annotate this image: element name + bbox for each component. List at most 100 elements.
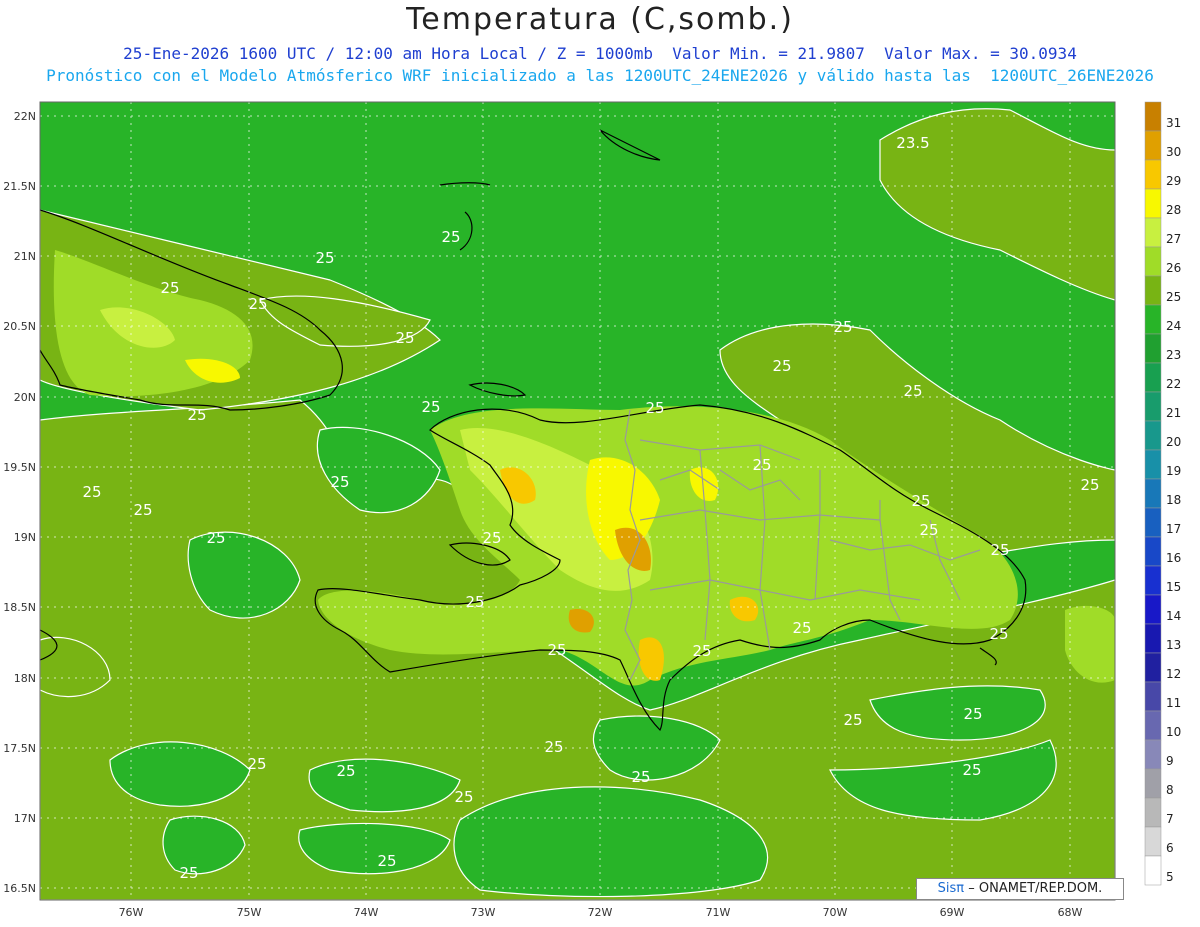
colorbar-swatch <box>1144 449 1162 480</box>
contour-label: 25 <box>990 541 1009 559</box>
contour-label: 25 <box>919 521 938 539</box>
contour-label: 25 <box>903 382 922 400</box>
contour-label: 25 <box>963 705 982 723</box>
lat-label: 19N <box>14 531 36 544</box>
colorbar-swatch <box>1144 304 1162 335</box>
contour-label: 25 <box>133 501 152 519</box>
colorbar-swatch <box>1144 797 1162 828</box>
contour-label: 25 <box>792 619 811 637</box>
colorbar-label: 21 <box>1166 406 1181 420</box>
colorbar-swatch <box>1144 536 1162 567</box>
colorbar-swatch <box>1144 768 1162 799</box>
lat-label: 17N <box>14 812 36 825</box>
credit-text: – ONAMET/REP.DOM. <box>968 881 1103 896</box>
lat-label: 20N <box>14 391 36 404</box>
colorbar-label: 14 <box>1166 609 1181 623</box>
credit-box: Sisπ – ONAMET/REP.DOM. <box>916 878 1124 900</box>
lat-label: 18N <box>14 672 36 685</box>
lat-label: 19.5N <box>3 461 36 474</box>
colorbar-label: 17 <box>1166 522 1181 536</box>
lat-label: 20.5N <box>3 320 36 333</box>
contour-label: 25 <box>843 711 862 729</box>
longitude-axis: 76W 75W 74W 73W 72W 71W 70W 69W 68W <box>119 906 1083 919</box>
colorbar-label: 18 <box>1166 493 1181 507</box>
colorbar-label: 5 <box>1166 870 1174 884</box>
colorbar-label: 22 <box>1166 377 1181 391</box>
colorbar-swatch <box>1144 275 1162 306</box>
contour-label: 25 <box>772 357 791 375</box>
lon-label: 75W <box>237 906 262 919</box>
colorbar: 31 30 29 28 27 26 25 24 23 22 21 20 19 18 17 16 15 14 13 12… <box>1144 101 1181 886</box>
contour-label: 25 <box>911 492 930 510</box>
colorbar-swatch <box>1144 710 1162 741</box>
colorbar-swatch <box>1144 333 1162 364</box>
colorbar-swatch <box>1144 130 1162 161</box>
contour-label: 25 <box>631 768 650 786</box>
colorbar-label: 23 <box>1166 348 1181 362</box>
colorbar-label: 15 <box>1166 580 1181 594</box>
contour-label: 25 <box>962 761 981 779</box>
colorbar-label: 8 <box>1166 783 1174 797</box>
colorbar-swatch <box>1144 623 1162 654</box>
contour-label: 25 <box>336 762 355 780</box>
contour-label: 25 <box>421 398 440 416</box>
colorbar-swatch <box>1144 159 1162 190</box>
lat-label: 22N <box>14 110 36 123</box>
latitude-axis: 22N 21.5N 21N 20.5N 20N 19.5N 19N 18.5N … <box>3 110 36 895</box>
lon-label: 70W <box>823 906 848 919</box>
colorbar-label: 31 <box>1166 116 1181 130</box>
colorbar-label: 19 <box>1166 464 1181 478</box>
contour-label: 25 <box>248 295 267 313</box>
lon-label: 68W <box>1058 906 1083 919</box>
contour-label: 25 <box>395 329 414 347</box>
colorbar-swatch <box>1144 246 1162 277</box>
colorbar-swatch <box>1144 855 1162 886</box>
colorbar-label: 6 <box>1166 841 1174 855</box>
colorbar-label: 7 <box>1166 812 1174 826</box>
colorbar-label: 24 <box>1166 319 1181 333</box>
contour-label: 25 <box>645 399 664 417</box>
lat-label: 21N <box>14 250 36 263</box>
contour-label: 25 <box>547 641 566 659</box>
contour-label: 25 <box>179 864 198 882</box>
lat-label: 18.5N <box>3 601 36 614</box>
temperature-map: 22N 21.5N 21N 20.5N 20N 19.5N 19N 18.5N … <box>3 101 1181 919</box>
colorbar-swatch <box>1144 391 1162 422</box>
colorbar-swatch <box>1144 681 1162 712</box>
contour-label: 25 <box>465 593 484 611</box>
colorbar-swatch <box>1144 217 1162 248</box>
colorbar-swatch <box>1144 826 1162 857</box>
contour-label: 25 <box>692 642 711 660</box>
contour-label: 25 <box>330 473 349 491</box>
colorbar-label: 29 <box>1166 174 1181 188</box>
colorbar-swatch <box>1144 507 1162 538</box>
colorbar-label: 26 <box>1166 261 1181 275</box>
colorbar-label: 12 <box>1166 667 1181 681</box>
contour-label: 23.5 <box>896 134 929 152</box>
contour-label: 25 <box>160 279 179 297</box>
colorbar-swatch <box>1144 652 1162 683</box>
lon-label: 73W <box>471 906 496 919</box>
contour-label: 25 <box>482 529 501 547</box>
colorbar-swatch <box>1144 739 1162 770</box>
lon-label: 72W <box>588 906 613 919</box>
lon-label: 76W <box>119 906 144 919</box>
lon-label: 74W <box>354 906 379 919</box>
colorbar-swatch <box>1144 478 1162 509</box>
lon-label: 69W <box>940 906 965 919</box>
brand-logo: Sisπ <box>937 881 965 896</box>
contour-label: 25 <box>989 625 1008 643</box>
colorbar-label: 10 <box>1166 725 1181 739</box>
contour-label: 25 <box>82 483 101 501</box>
contour-label: 25 <box>187 406 206 424</box>
colorbar-swatch <box>1144 362 1162 393</box>
contour-label: 25 <box>752 456 771 474</box>
colorbar-label: 13 <box>1166 638 1181 652</box>
colorbar-label: 20 <box>1166 435 1181 449</box>
contour-label: 25 <box>1080 476 1099 494</box>
colorbar-swatch <box>1144 101 1162 132</box>
colorbar-swatch <box>1144 594 1162 625</box>
contour-label: 25 <box>377 852 396 870</box>
colorbar-label: 30 <box>1166 145 1181 159</box>
lat-label: 17.5N <box>3 742 36 755</box>
